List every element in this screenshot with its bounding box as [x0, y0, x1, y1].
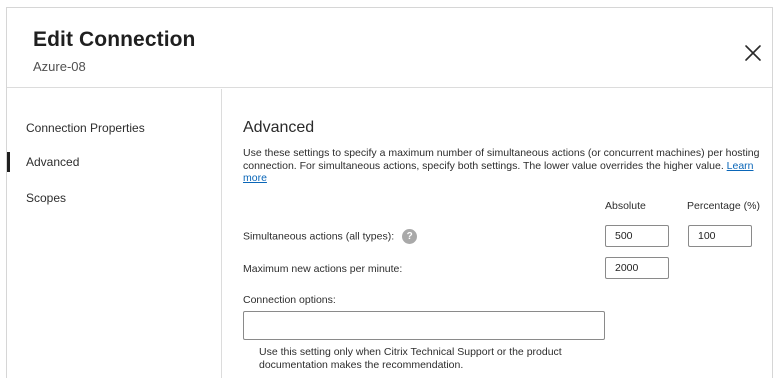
- simultaneous-actions-absolute-input[interactable]: 500: [605, 225, 669, 247]
- sidebar-item-advanced[interactable]: Advanced: [7, 149, 221, 175]
- connection-options-hint: Use this setting only when Citrix Techni…: [259, 346, 562, 371]
- dialog-title: Edit Connection: [33, 28, 196, 51]
- connection-options-label: Connection options:: [243, 294, 336, 306]
- max-new-actions-absolute-input[interactable]: 2000: [605, 257, 669, 279]
- simultaneous-actions-text: Simultaneous actions (all types):: [243, 230, 395, 243]
- column-header-absolute: Absolute: [605, 200, 646, 212]
- sidebar-nav: Connection Properties Advanced Scopes: [7, 89, 222, 378]
- dialog-header: Edit Connection Azure-08: [7, 8, 772, 88]
- column-header-percentage: Percentage (%): [687, 200, 760, 212]
- sidebar-item-scopes[interactable]: Scopes: [7, 185, 221, 211]
- connection-options-input[interactable]: [243, 311, 605, 340]
- max-new-actions-label: Maximum new actions per minute:: [243, 263, 403, 275]
- question-mark-icon[interactable]: ?: [402, 229, 418, 244]
- section-title: Advanced: [243, 119, 315, 136]
- close-icon: [745, 45, 761, 61]
- simultaneous-actions-label: Simultaneous actions (all types):?: [243, 229, 418, 244]
- simultaneous-actions-percentage-input[interactable]: 100: [688, 225, 752, 247]
- sidebar-item-connection-properties[interactable]: Connection Properties: [7, 115, 221, 141]
- description-text: Use these settings to specify a maximum …: [243, 147, 760, 172]
- close-button[interactable]: [743, 43, 763, 63]
- description: Use these settings to specify a maximum …: [243, 147, 771, 185]
- edit-connection-dialog: Edit Connection Azure-08 Connection Prop…: [6, 7, 773, 378]
- dialog-subtitle: Azure-08: [33, 59, 86, 74]
